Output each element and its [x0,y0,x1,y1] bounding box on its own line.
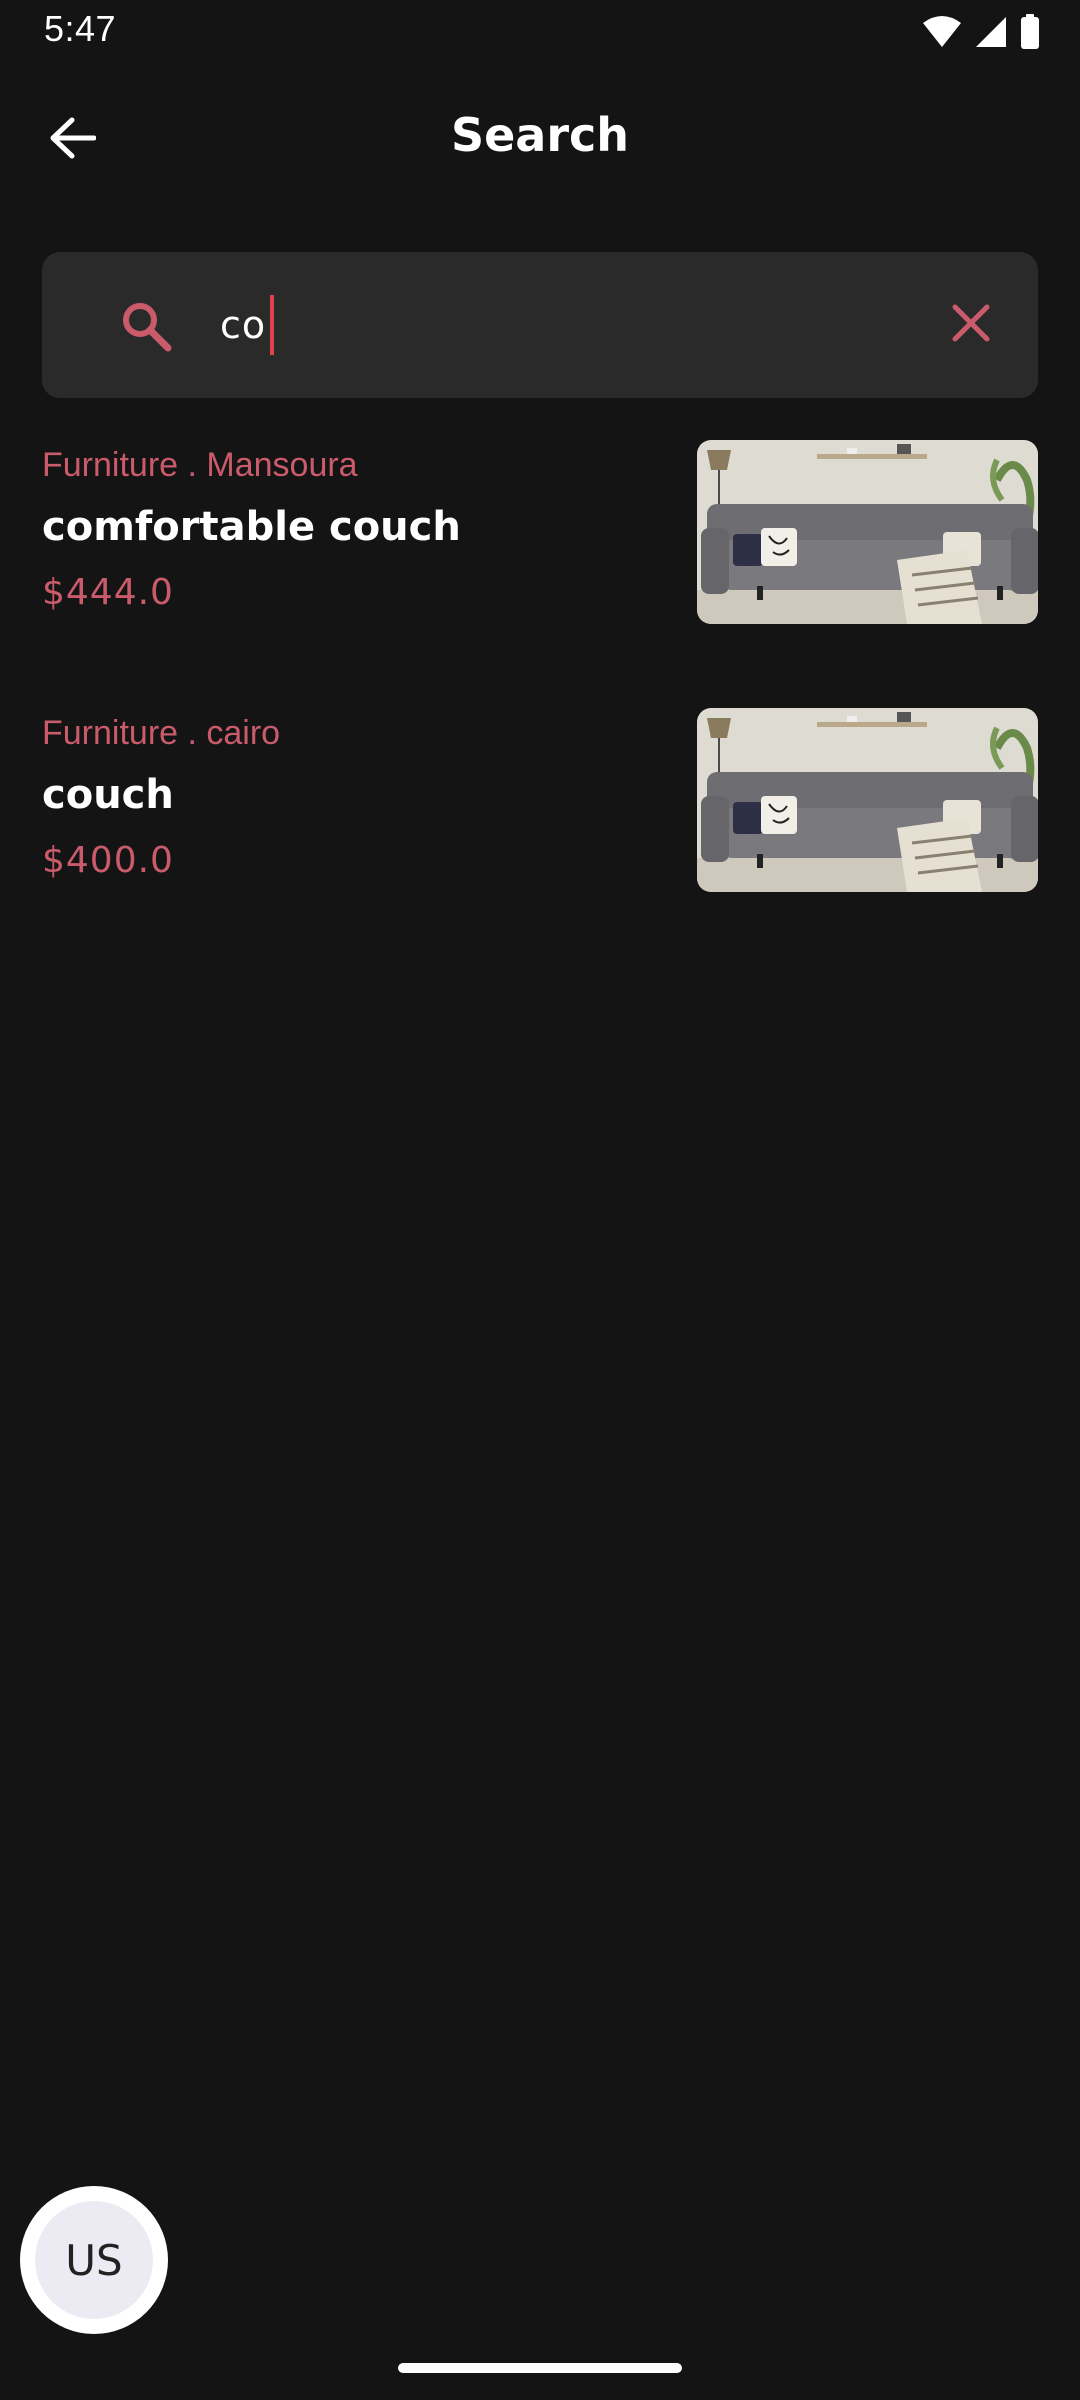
sofa-product-image [697,440,1038,624]
result-price: $444.0 [42,572,174,613]
avatar-initials: US [35,2201,153,2319]
status-bar: 5:47 [0,0,1080,62]
status-icons [922,14,1040,50]
result-item[interactable]: Furniture . Mansoura comfortable couch $… [0,440,1080,708]
app-bar: Search [0,92,1080,188]
search-bar[interactable]: co [42,252,1038,398]
search-input-value: co [220,303,267,347]
result-title: comfortable couch [42,504,461,550]
wifi-icon [922,15,962,49]
search-input[interactable]: co [220,292,275,358]
result-price: $400.0 [42,840,174,881]
status-time: 5:47 [44,8,117,49]
clear-search-button[interactable] [940,294,1002,356]
result-category-location: Furniture . Mansoura [42,446,358,484]
battery-icon [1020,14,1040,50]
result-title: couch [42,772,174,818]
magnifier-icon [120,300,172,352]
text-caret [270,295,275,355]
user-avatar-button[interactable]: US [20,2186,168,2334]
result-item[interactable]: Furniture . cairo couch $400.0 [0,708,1080,976]
sofa-product-image [697,708,1038,892]
page-title: Search [450,108,630,162]
search-results-list: Furniture . Mansoura comfortable couch $… [0,440,1080,976]
close-icon [951,303,991,347]
result-category-location: Furniture . cairo [42,714,281,752]
gesture-navigation-bar[interactable] [398,2363,682,2373]
search-screen: 5:47 Search co Furniture . Mansoura comf… [0,0,1080,2400]
cellular-signal-icon [974,15,1008,49]
